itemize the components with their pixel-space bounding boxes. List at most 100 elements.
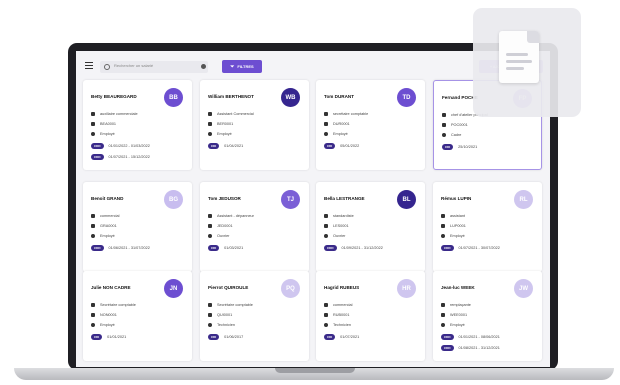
employee-card[interactable]: Rémus LUPIN RL assistant LUP0001 Employé… [433, 182, 542, 272]
employee-card[interactable]: Bella LESTRANGE BL standardiste LES0001 … [316, 182, 425, 272]
search-icon [104, 64, 110, 70]
contract-row: CDI 05/01/2022 [324, 143, 359, 149]
person-icon [324, 323, 328, 327]
employee-card[interactable]: Tom JEDUSOR TJ Assistant - dépanneur JED… [200, 182, 309, 272]
status-row: Employé [441, 323, 465, 327]
employee-code: BER0001 [217, 122, 234, 126]
job-title: secrétaire comptable [333, 112, 369, 116]
job-title: Secrétaire comptable [217, 303, 253, 307]
list-view-icon[interactable] [85, 62, 93, 69]
employee-status: Employé [100, 132, 115, 136]
person-icon [208, 234, 212, 238]
job-title: auxiliaire commerciale [100, 112, 138, 116]
contract-dates: 01/07/2021 [340, 335, 360, 339]
avatar: BL [397, 190, 416, 209]
employee-name: Rémus LUPIN [441, 196, 472, 201]
avatar: BB [164, 88, 183, 107]
employee-status: Technicien [217, 323, 235, 327]
contract-row: CDI 01/03/2021 [208, 245, 243, 251]
person-icon [441, 234, 445, 238]
status-row: Employé [441, 234, 465, 238]
job-row: Assistant Commercial [208, 112, 254, 116]
status-row: Employé [91, 323, 115, 327]
code-row: WEE0001 [441, 313, 467, 317]
contract-dates: 01/09/2021 - 31/12/2022 [341, 246, 383, 250]
id-badge-icon [208, 224, 212, 228]
contract-dates: 01/04/2021 [224, 144, 244, 148]
person-icon [91, 323, 95, 327]
job-title: Assistant - dépanneur [217, 214, 254, 218]
search-placeholder: Rechercher un salarié [114, 63, 154, 68]
contract-row: CDD 01/01/2021 - 08/06/2021 [441, 334, 500, 340]
code-row: QUI0001 [208, 313, 232, 317]
briefcase-icon [208, 214, 212, 218]
job-title: commercial [100, 214, 120, 218]
contract-type-badge: CDD [441, 245, 454, 251]
code-row: BEA0001 [91, 122, 116, 126]
employee-code: RUB0001 [333, 313, 350, 317]
employee-status: Employé [217, 132, 232, 136]
employee-card[interactable]: Pierrot QUIROULE PQ Secrétaire comptable… [200, 271, 309, 361]
status-row: Ouvrier [324, 234, 345, 238]
search-input[interactable]: Rechercher un salarié [100, 61, 208, 73]
employee-code: GRA0001 [100, 224, 117, 228]
settings-icon[interactable] [201, 64, 206, 69]
avatar: JW [514, 279, 533, 298]
employee-status: Cadre [451, 133, 462, 137]
employee-code: QUI0001 [217, 313, 233, 317]
contract-row: CDD 01/01/2022 - 01/03/2022 [91, 143, 150, 149]
contract-dates: 01/08/2021 - 31/12/2021 [458, 346, 500, 350]
contract-type-badge: CDD [441, 345, 454, 351]
contract-dates: 01/01/2021 [107, 335, 127, 339]
contract-type-badge: CDI [442, 144, 454, 150]
filter-button[interactable]: ⏷ FILTRES [222, 60, 262, 73]
contract-row: CDD 01/07/2021 - 30/07/2022 [441, 245, 500, 251]
job-title: commercial [333, 303, 353, 307]
contract-type-badge: CDD [91, 245, 104, 251]
employee-card[interactable]: Benoit GRAND BG commercial GRA0001 Emplo… [83, 182, 192, 272]
employee-code: POC0001 [451, 123, 468, 127]
employee-card[interactable]: Betty BEAUREGARD BB auxiliaire commercia… [83, 80, 192, 170]
briefcase-icon [324, 214, 328, 218]
contract-dates: 25/10/2021 [458, 145, 478, 149]
avatar: WB [281, 88, 300, 107]
job-row: Secrétaire comptable [208, 303, 253, 307]
employee-code: LUP0001 [450, 224, 466, 228]
job-row: Assistant - dépanneur [208, 214, 254, 218]
employee-card[interactable]: Julie NON CADRE JN Secrétaire comptable … [83, 271, 192, 361]
job-row: assistant [441, 214, 465, 218]
contract-row: CDD 01/06/2021 - 31/07/2022 [91, 245, 150, 251]
document-icon [499, 31, 539, 83]
job-title: standardiste [333, 214, 354, 218]
employee-name: Julie NON CADRE [91, 285, 131, 290]
contract-row: CDI 01/07/2021 [324, 334, 359, 340]
id-badge-icon [208, 122, 212, 126]
code-row: BER0001 [208, 122, 233, 126]
contract-type-badge: CDI [208, 334, 220, 340]
job-title: remplaçante [450, 303, 471, 307]
status-row: Cadre [442, 133, 461, 137]
employee-status: Employé [450, 234, 465, 238]
id-badge-icon [208, 313, 212, 317]
avatar: TD [397, 88, 416, 107]
employee-status: Technicien [333, 323, 351, 327]
contract-type-badge: CDD [91, 154, 104, 160]
employee-status: Employé [100, 323, 115, 327]
job-row: auxiliaire commerciale [91, 112, 138, 116]
status-row: Employé [324, 132, 348, 136]
briefcase-icon [324, 112, 328, 116]
job-title: assistant [450, 214, 465, 218]
job-title: Assistant Commercial [217, 112, 254, 116]
employee-name: Hagrid RUBEUS [324, 285, 360, 290]
employee-card[interactable]: William BERTHENOT WB Assistant Commercia… [200, 80, 309, 170]
job-row: Secrétaire comptable [91, 303, 136, 307]
briefcase-icon [441, 303, 445, 307]
id-badge-icon [91, 313, 95, 317]
employee-name: Tom DURANT [324, 94, 355, 99]
id-badge-icon [442, 123, 446, 127]
employee-card[interactable]: Tom DURANT TD secrétaire comptable DUR00… [316, 80, 425, 170]
avatar: BG [164, 190, 183, 209]
id-badge-icon [91, 224, 95, 228]
employee-card[interactable]: Jean-luc WEEK JW remplaçante WEE0001 Emp… [433, 271, 542, 361]
employee-card[interactable]: Hagrid RUBEUS HR commercial RUB0001 Tech… [316, 271, 425, 361]
